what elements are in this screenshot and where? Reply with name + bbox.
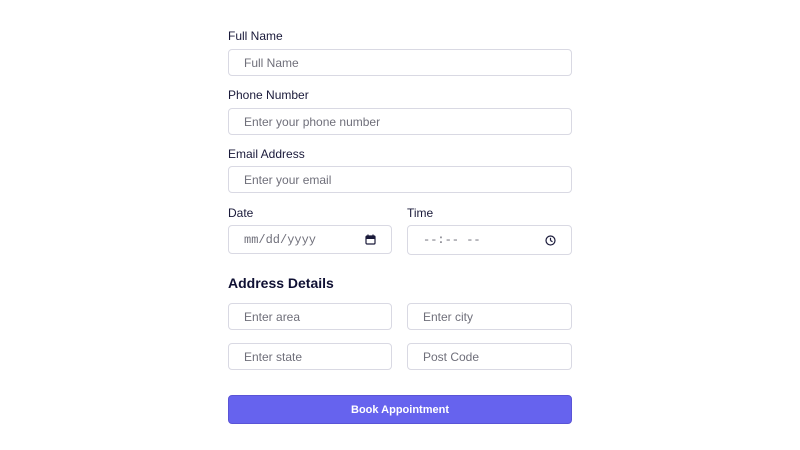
- city-input[interactable]: [423, 309, 556, 324]
- phone-field-wrapper: [228, 108, 572, 135]
- area-input[interactable]: [244, 309, 376, 324]
- time-placeholder: --:-- --: [423, 233, 481, 247]
- area-field-wrapper: [228, 303, 392, 330]
- time-label: Time: [407, 206, 434, 220]
- date-input[interactable]: mm/dd/yyyy: [228, 225, 392, 254]
- time-input[interactable]: --:-- --: [407, 225, 572, 255]
- book-appointment-button[interactable]: Book Appointment: [228, 395, 572, 424]
- full-name-label: Full Name: [228, 29, 283, 43]
- post-code-field-wrapper: [407, 343, 572, 370]
- date-placeholder: mm/dd/yyyy: [244, 232, 317, 247]
- email-field-wrapper: [228, 166, 572, 193]
- state-field-wrapper: [228, 343, 392, 370]
- post-code-input[interactable]: [423, 349, 556, 364]
- email-label: Email Address: [228, 147, 305, 161]
- address-details-heading: Address Details: [228, 275, 334, 291]
- calendar-icon[interactable]: [365, 234, 376, 245]
- city-field-wrapper: [407, 303, 572, 330]
- full-name-input[interactable]: [244, 55, 556, 70]
- date-label: Date: [228, 206, 254, 220]
- phone-input[interactable]: [244, 114, 556, 129]
- clock-icon[interactable]: [545, 234, 556, 246]
- email-input[interactable]: [244, 172, 556, 187]
- full-name-field-wrapper: [228, 49, 572, 76]
- state-input[interactable]: [244, 349, 376, 364]
- phone-label: Phone Number: [228, 88, 309, 102]
